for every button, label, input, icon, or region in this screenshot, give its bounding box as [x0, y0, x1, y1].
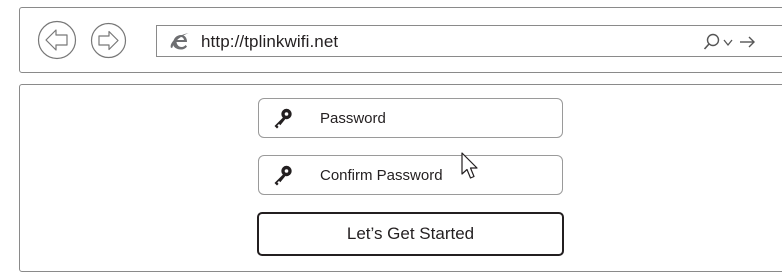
search-icon[interactable] — [703, 33, 720, 50]
key-icon — [274, 165, 292, 186]
password-field[interactable]: Password — [258, 98, 563, 138]
go-arrow-icon[interactable] — [740, 36, 755, 48]
browser-toolbar: http://tplinkwifi.net — [19, 7, 782, 73]
confirm-password-field[interactable]: Confirm Password — [258, 155, 563, 195]
confirm-password-label: Confirm Password — [320, 167, 443, 184]
url-text[interactable]: http://tplinkwifi.net — [201, 32, 338, 52]
key-icon — [274, 108, 292, 129]
mouse-pointer-icon — [461, 152, 478, 179]
setup-panel: Password Confirm Password Let’s Get Star… — [19, 84, 782, 272]
lets-get-started-button[interactable]: Let’s Get Started — [257, 212, 564, 256]
address-tools — [703, 33, 755, 50]
internet-explorer-icon — [170, 33, 189, 50]
password-label: Password — [320, 110, 386, 127]
chevron-down-icon[interactable] — [723, 39, 733, 47]
back-arrow-icon[interactable] — [37, 20, 77, 60]
forward-arrow-icon[interactable] — [90, 22, 127, 59]
address-bar[interactable]: http://tplinkwifi.net — [156, 25, 782, 57]
